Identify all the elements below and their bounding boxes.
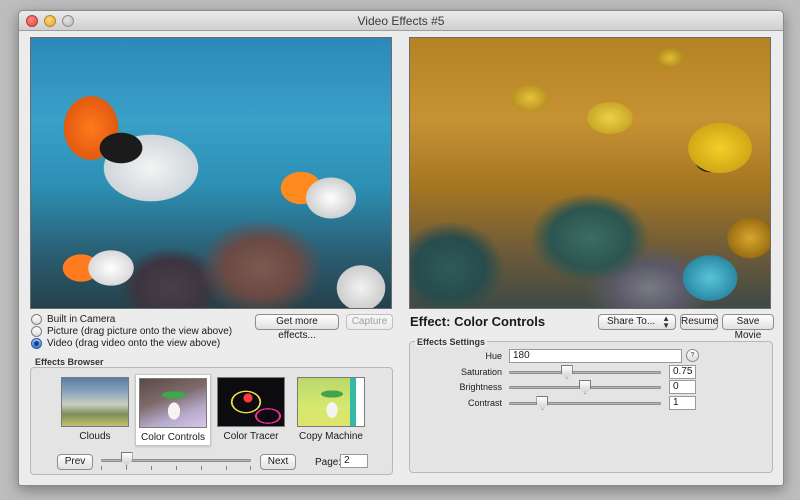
effect-thumb-label: Color Tracer (223, 431, 279, 442)
effect-thumb-color-controls[interactable]: Color Controls (135, 374, 211, 446)
effect-thumb-clouds[interactable]: Clouds (57, 377, 133, 445)
effect-thumb-copy-machine[interactable]: Copy Machine (291, 377, 371, 445)
source-option-picture[interactable]: Picture (drag picture onto the view abov… (31, 326, 232, 337)
help-icon[interactable]: ? (686, 349, 699, 362)
picture-radio[interactable] (31, 326, 42, 337)
window-title: Video Effects #5 (357, 14, 445, 28)
contrast-label: Contrast (467, 398, 502, 408)
effect-heading: Effect: Color Controls (410, 314, 545, 329)
color-tracer-thumbnail (217, 377, 285, 427)
effect-thumb-color-tracer[interactable]: Color Tracer (213, 377, 289, 445)
source-option-camera[interactable]: Built in Camera (31, 314, 115, 325)
capture-button[interactable]: Capture (346, 314, 393, 330)
saturation-field[interactable]: 0.75 (669, 365, 696, 379)
source-option-video[interactable]: Video (drag video onto the view above) (31, 338, 220, 349)
source-video-view[interactable] (30, 37, 392, 309)
page-field[interactable]: 2 (340, 454, 368, 468)
effect-thumb-label: Copy Machine (299, 431, 363, 442)
video-radio[interactable] (31, 338, 42, 349)
effect-preview-view[interactable] (409, 37, 771, 309)
share-to-popup[interactable]: Share To... ▲ ▼ (598, 314, 676, 330)
contrast-slider-track[interactable] (509, 402, 661, 405)
resume-button[interactable]: Resume (680, 314, 718, 330)
saturation-slider-track[interactable] (509, 371, 661, 374)
video-radio-label: Video (drag video onto the view above) (47, 338, 221, 349)
effect-prefix: Effect: (410, 314, 451, 329)
color-controls-thumbnail (139, 378, 207, 428)
effects-browser-title: Effects Browser (35, 357, 104, 367)
title-bar[interactable]: Video Effects #5 (19, 11, 783, 31)
effect-name: Color Controls (454, 314, 546, 329)
close-window-button[interactable] (26, 15, 38, 27)
next-page-button[interactable]: Next (260, 454, 296, 470)
clouds-thumbnail (61, 377, 129, 427)
saturation-label: Saturation (460, 367, 502, 377)
hue-label: Hue (485, 351, 502, 361)
camera-radio[interactable] (31, 314, 42, 325)
effect-thumb-label: Color Controls (141, 432, 205, 443)
effects-settings-title: Effects Settings (415, 337, 488, 347)
save-movie-button[interactable]: Save Movie (722, 314, 774, 341)
effect-thumb-label: Clouds (79, 431, 111, 442)
share-to-label: Share To... (607, 316, 656, 327)
camera-radio-label: Built in Camera (47, 314, 116, 325)
page-slider-ticks (101, 466, 251, 470)
popup-arrows-icon: ▲ ▼ (662, 314, 670, 330)
get-more-effects-button[interactable]: Get more effects... (255, 314, 339, 341)
brightness-label: Brightness (459, 382, 502, 392)
video-effects-window: Video Effects #5 Built in Camera Picture… (18, 10, 784, 486)
picture-radio-label: Picture (drag picture onto the view abov… (47, 326, 233, 337)
zoom-window-button[interactable] (62, 15, 74, 27)
copy-machine-thumbnail (297, 377, 365, 427)
page-label: Page: (315, 457, 342, 468)
minimize-window-button[interactable] (44, 15, 56, 27)
brightness-field[interactable]: 0 (669, 380, 696, 394)
contrast-field[interactable]: 1 (669, 396, 696, 410)
hue-field[interactable]: 180 (509, 349, 682, 363)
prev-page-button[interactable]: Prev (57, 454, 93, 470)
